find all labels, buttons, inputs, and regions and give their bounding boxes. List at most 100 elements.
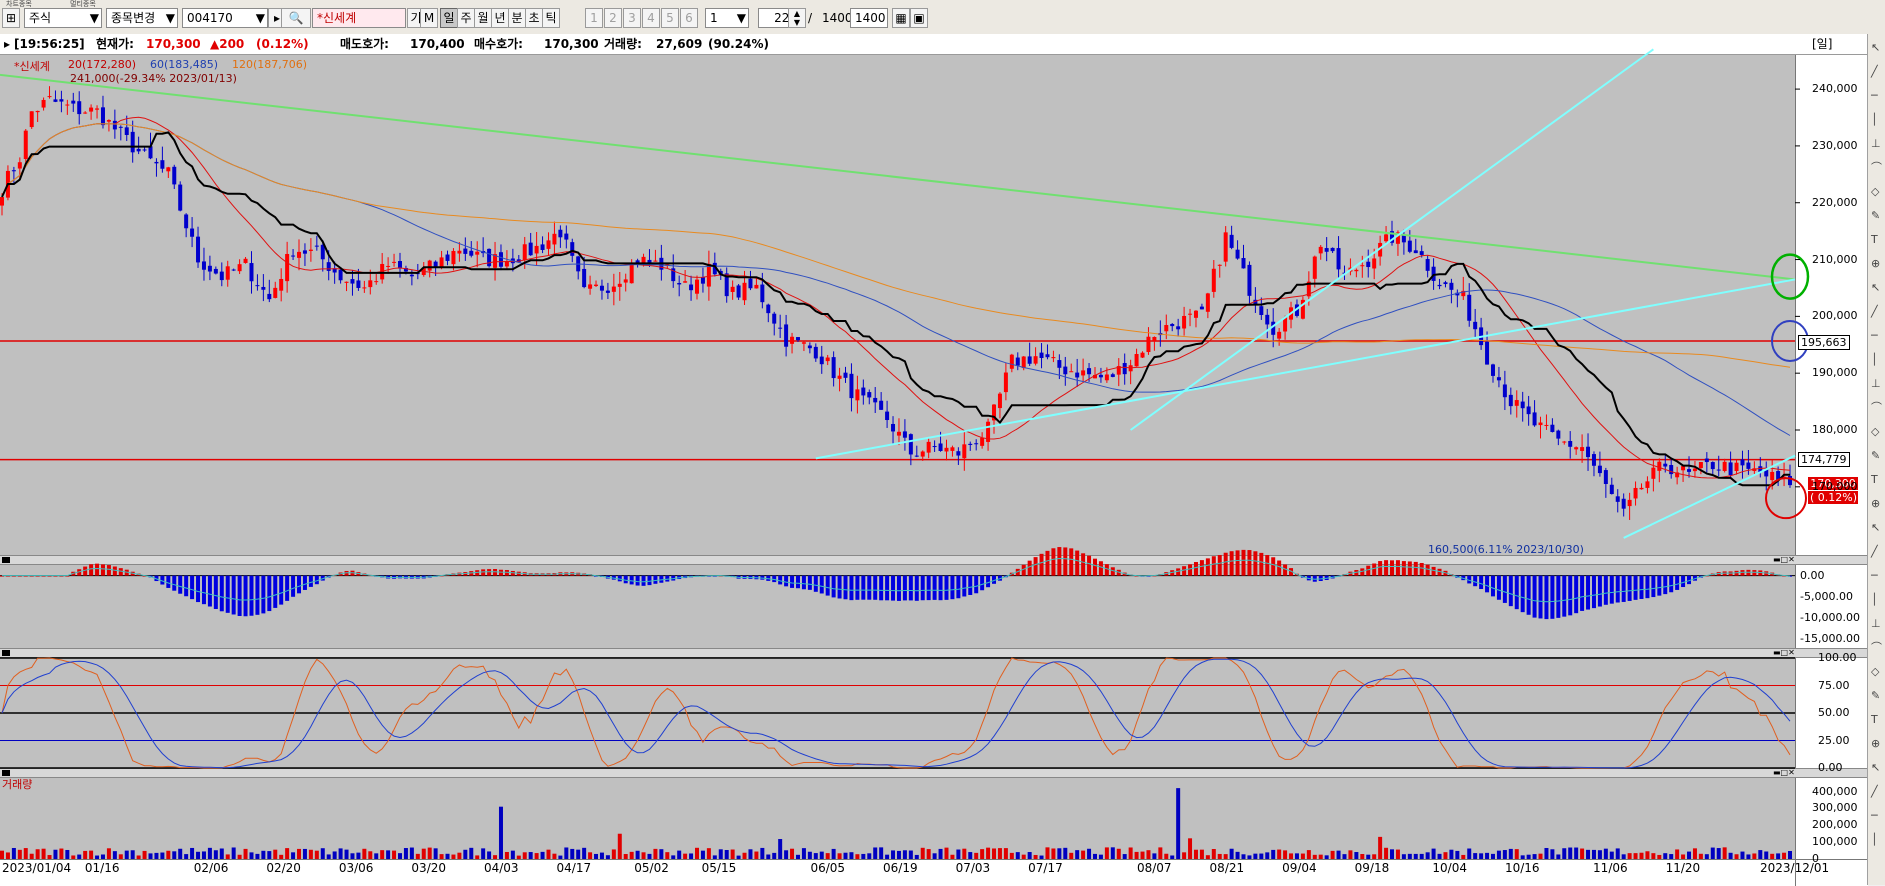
level-tag-174779: 174,779 <box>1798 452 1850 467</box>
period-button-4[interactable]: 분 <box>508 8 526 28</box>
side-tool-icon[interactable]: ╱ <box>1871 66 1883 78</box>
side-tool-icon[interactable]: ◇ <box>1871 186 1883 198</box>
side-tool-icon[interactable]: ↖ <box>1871 42 1883 54</box>
price-change: ▲200 <box>210 37 245 51</box>
panel-separator[interactable]: ▬□✕ <box>0 648 1867 658</box>
date-tick-label: 07/17 <box>1028 861 1063 875</box>
side-tool-icon[interactable]: ⊕ <box>1871 498 1883 510</box>
macd-tick-label: 0.00 <box>1800 568 1825 582</box>
side-tool-icon[interactable]: ─ <box>1871 90 1883 102</box>
search-button[interactable]: 🔍 <box>281 8 311 28</box>
side-tool-icon[interactable]: ⊥ <box>1871 378 1883 390</box>
side-tool-icon[interactable]: ─ <box>1871 810 1883 822</box>
panel-separator[interactable]: ▬□✕ <box>0 768 1867 778</box>
side-tool-icon[interactable]: ⊕ <box>1871 258 1883 270</box>
side-tool-icon[interactable]: │ <box>1871 354 1883 366</box>
side-tool-icon[interactable]: ╱ <box>1871 546 1883 558</box>
side-tool-icon[interactable]: │ <box>1871 114 1883 126</box>
price-panel[interactable] <box>0 55 1795 555</box>
macd-panel[interactable] <box>0 565 1795 648</box>
period-button-5[interactable]: 초 <box>525 8 543 28</box>
high-annotation: 241,000(-29.34% 2023/01/13) <box>70 72 237 85</box>
side-tool-icon[interactable]: ↖ <box>1871 522 1883 534</box>
side-tool-icon[interactable]: ⊕ <box>1871 738 1883 750</box>
date-tick-label: 04/17 <box>556 861 592 875</box>
side-tool-icon[interactable]: T <box>1871 714 1883 726</box>
side-tool-icon[interactable]: ✎ <box>1871 210 1883 222</box>
side-tool-icon[interactable]: ↖ <box>1871 282 1883 294</box>
code-value: 004170 <box>187 11 233 25</box>
panel-minmax-icon[interactable]: ▬□✕ <box>1773 769 1795 777</box>
period-button-3[interactable]: 년 <box>491 8 509 28</box>
period-button-2[interactable]: 월 <box>474 8 492 28</box>
side-tool-icon[interactable]: ✎ <box>1871 450 1883 462</box>
stock-change-button[interactable]: 종목변경 ▼ <box>106 8 178 28</box>
date-tick-label: 09/18 <box>1354 861 1390 875</box>
chevron-down-icon: ▼ <box>165 11 175 25</box>
market-select[interactable]: 주식 ▼ <box>24 8 102 28</box>
side-tool-icon[interactable]: T <box>1871 234 1883 246</box>
code-input[interactable]: 004170 ▼ <box>182 8 268 28</box>
unit-m-button[interactable]: M <box>420 8 438 28</box>
bid-label: 매수호가: <box>474 37 523 51</box>
side-tool-icon[interactable]: ◇ <box>1871 426 1883 438</box>
price-change-pct: (0.12%) <box>256 37 309 51</box>
date-tick-label: 09/04 <box>1282 861 1317 875</box>
stock-name-field[interactable]: *신세계 <box>312 8 406 28</box>
price-tick-label: 170,000 <box>1812 479 1858 493</box>
side-tool-icon[interactable]: T <box>1871 474 1883 486</box>
tab-chart[interactable]: 차트종목 <box>2 0 62 8</box>
date-tick-label: 10/16 <box>1504 861 1540 875</box>
period-button-0[interactable]: 일 <box>440 8 458 28</box>
number-button-2[interactable]: 2 <box>604 8 622 28</box>
side-tool-icon[interactable]: ↖ <box>1871 762 1883 774</box>
lock-icon[interactable]: ⊞ <box>2 8 20 28</box>
volume-panel[interactable] <box>0 778 1795 859</box>
side-tool-icon[interactable]: │ <box>1871 594 1883 606</box>
side-tool-icon[interactable]: ◇ <box>1871 666 1883 678</box>
side-tool-icon[interactable]: ⊥ <box>1871 618 1883 630</box>
side-tool-icon[interactable]: ⌒ <box>1871 402 1883 414</box>
side-tool-icon[interactable]: ╱ <box>1871 786 1883 798</box>
number-button-1[interactable]: 1 <box>585 8 603 28</box>
side-tool-icon[interactable]: ─ <box>1871 330 1883 342</box>
panel-minmax-icon[interactable]: ▬□✕ <box>1773 556 1795 564</box>
period-button-6[interactable]: 틱 <box>542 8 560 28</box>
market-label: 주식 <box>29 11 52 25</box>
date-tick-label: 07/03 <box>955 861 991 875</box>
side-tool-icon[interactable]: │ <box>1871 834 1883 846</box>
side-tool-icon[interactable]: ✎ <box>1871 690 1883 702</box>
panel-minmax-icon[interactable]: ▬□✕ <box>1773 649 1795 657</box>
legend-ma20: 20(172,280) <box>68 58 137 71</box>
period-button-1[interactable]: 주 <box>457 8 475 28</box>
panel-separator[interactable]: ▬□✕ <box>0 555 1867 565</box>
side-tool-icon[interactable]: ⌒ <box>1871 642 1883 654</box>
side-tool-icon[interactable]: ─ <box>1871 570 1883 582</box>
volume-pct: (90.24%) <box>708 37 769 51</box>
slash: / <box>808 11 813 25</box>
volume-tick-label: 300,000 <box>1812 801 1858 815</box>
number-button-3[interactable]: 3 <box>623 8 641 28</box>
num-select-value: 1 <box>710 11 718 25</box>
side-tool-icon[interactable]: ╱ <box>1871 306 1883 318</box>
side-tool-icon[interactable]: ⊥ <box>1871 138 1883 150</box>
tab-multi[interactable]: 멀티종목 <box>66 0 126 8</box>
volume-title: 거래량 <box>2 778 33 791</box>
number-button-6[interactable]: 6 <box>680 8 698 28</box>
count-spinner[interactable]: ▲ ▼ <box>788 8 806 28</box>
chevron-down-icon: ▼ <box>89 11 99 25</box>
save-icon[interactable]: ▣ <box>910 8 928 28</box>
chevron-down-icon: ▼ <box>736 11 746 25</box>
ask-label: 매도호가: <box>340 37 389 51</box>
date-tick-label: 11/20 <box>1665 861 1701 875</box>
stochastic-panel[interactable] <box>0 658 1795 768</box>
grid-icon[interactable]: ▦ <box>892 8 910 28</box>
number-button-4[interactable]: 4 <box>642 8 660 28</box>
date-tick-label: 05/15 <box>701 861 737 875</box>
level-tag-195663: 195,663 <box>1798 335 1850 350</box>
total-box[interactable]: 1400 <box>850 8 888 28</box>
number-button-5[interactable]: 5 <box>661 8 679 28</box>
side-tool-icon[interactable]: ⌒ <box>1871 162 1883 174</box>
num-select[interactable]: 1 ▼ <box>705 8 749 28</box>
date-tick-label: 2023/01/04 <box>2 861 72 875</box>
